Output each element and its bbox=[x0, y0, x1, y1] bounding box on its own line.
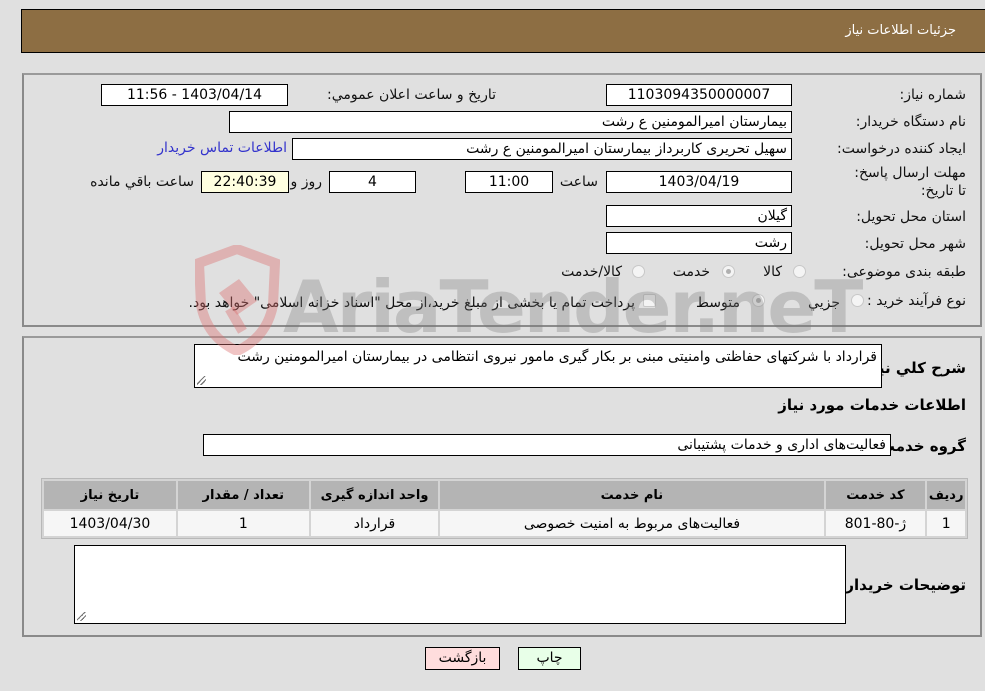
col-service-name: نام خدمت bbox=[440, 481, 824, 509]
deadline-label: مهلت ارسال پاسخ: تا تاریخ: bbox=[854, 165, 966, 199]
province-label: استان محل تحویل: bbox=[856, 209, 966, 225]
cell-service-name: فعالیت‌های مربوط به امنیت خصوصی bbox=[440, 511, 824, 536]
deadline-date-field[interactable]: 1403/04/19 bbox=[606, 171, 792, 193]
service-group-field[interactable]: فعالیت‌های اداری و خدمات پشتیبانی bbox=[203, 434, 891, 456]
buyer-contact-link[interactable]: اطلاعات تماس خریدار bbox=[157, 140, 287, 156]
buyer-notes-label: توضیحات خریدار: bbox=[839, 576, 966, 594]
announce-datetime-label: تاریخ و ساعت اعلان عمومي: bbox=[327, 87, 496, 103]
process-option-medium: متوسط bbox=[696, 295, 740, 311]
days-remaining-field[interactable]: 4 bbox=[329, 171, 416, 193]
need-number-label: شماره نیاز: bbox=[899, 87, 967, 103]
need-number-field[interactable]: 1103094350000007 bbox=[606, 84, 792, 106]
category-option-goods-service: کالا/خدمت bbox=[561, 264, 622, 280]
buyer-notes-textarea[interactable] bbox=[74, 545, 846, 624]
cell-unit: قرارداد bbox=[310, 511, 439, 536]
need-info-panel: شماره نیاز: 1103094350000007 تاریخ و ساع… bbox=[22, 73, 982, 327]
treasury-note: پرداخت تمام یا بخشی از مبلغ خرید،از محل … bbox=[188, 295, 635, 311]
process-option-minor: جزیي bbox=[808, 295, 840, 311]
buyer-org-label: نام دستگاه خریدار: bbox=[855, 114, 966, 130]
category-option-goods: کالا bbox=[763, 264, 782, 280]
time-remaining-field: 22:40:39 bbox=[201, 171, 289, 193]
resize-grip-icon[interactable] bbox=[197, 376, 206, 385]
city-field[interactable]: رشت bbox=[606, 232, 792, 254]
requester-label: ایجاد کننده درخواست: bbox=[837, 141, 966, 157]
process-radio-minor[interactable] bbox=[851, 294, 864, 307]
requester-field[interactable]: سهیل تحریری کاربرداز بیمارستان امیرالموم… bbox=[292, 138, 792, 160]
services-table: ردیف کد خدمت نام خدمت واحد اندازه گیری ت… bbox=[41, 478, 968, 539]
cell-row-number: 1 bbox=[927, 511, 965, 536]
page-header: جزئیات اطلاعات نیاز bbox=[21, 9, 985, 53]
cell-service-code: ژ-80-801 bbox=[825, 511, 926, 536]
remaining-label: ساعت باقي مانده bbox=[90, 174, 194, 190]
description-textarea[interactable]: قرارداد با شرکتهای حفاظتی وامنیتی مبنی ب… bbox=[194, 344, 882, 388]
category-radio-goods[interactable] bbox=[793, 265, 806, 278]
cell-need-date: 1403/04/30 bbox=[44, 511, 176, 536]
table-row: 1 ژ-80-801 فعالیت‌های مربوط به امنیت خصو… bbox=[44, 511, 965, 536]
deadline-time-label: ساعت bbox=[559, 174, 598, 190]
province-field[interactable]: گیلان bbox=[606, 205, 792, 227]
city-label: شهر محل تحویل: bbox=[864, 236, 966, 252]
table-header-row: ردیف کد خدمت نام خدمت واحد اندازه گیری ت… bbox=[44, 481, 965, 509]
announce-datetime-field[interactable]: 1403/04/14 - 11:56 bbox=[101, 84, 288, 106]
service-details-panel: شرح کلي نیاز: قرارداد با شرکتهای حفاظتی … bbox=[22, 336, 982, 637]
category-radio-goods-service[interactable] bbox=[632, 265, 645, 278]
process-type-label: نوع فرآیند خرید : bbox=[867, 293, 966, 309]
col-row-number: ردیف bbox=[927, 481, 965, 509]
treasury-checkbox[interactable] bbox=[643, 294, 656, 307]
print-button[interactable]: چاپ bbox=[518, 647, 581, 670]
category-option-service: خدمت bbox=[672, 264, 710, 280]
buyer-org-field[interactable]: بیمارستان امیرالمومنین ع رشت bbox=[229, 111, 792, 133]
cell-quantity: 1 bbox=[177, 511, 309, 536]
col-need-date: تاریخ نیاز bbox=[44, 481, 176, 509]
col-service-code: کد خدمت bbox=[825, 481, 926, 509]
services-heading: اطلاعات خدمات مورد نیاز bbox=[778, 396, 966, 414]
col-quantity: تعداد / مقدار bbox=[177, 481, 309, 509]
category-label: طبقه بندی موضوعی: bbox=[842, 264, 966, 280]
category-radio-service[interactable] bbox=[722, 265, 735, 278]
deadline-time-field[interactable]: 11:00 bbox=[465, 171, 553, 193]
col-unit: واحد اندازه گیری bbox=[310, 481, 439, 509]
days-label: روز و bbox=[290, 174, 323, 190]
process-radio-medium[interactable] bbox=[752, 294, 765, 307]
back-button[interactable]: بازگشت bbox=[425, 647, 500, 670]
page-title: جزئیات اطلاعات نیاز bbox=[845, 23, 956, 38]
resize-grip-icon[interactable] bbox=[77, 612, 86, 621]
description-text: قرارداد با شرکتهای حفاظتی وامنیتی مبنی ب… bbox=[237, 349, 877, 365]
